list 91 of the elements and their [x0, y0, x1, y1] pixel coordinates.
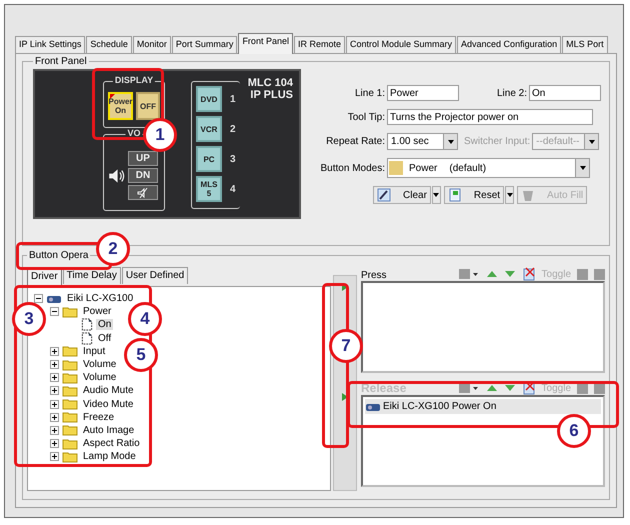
group-label: DISPLAY [112, 75, 156, 85]
delete-icon[interactable] [522, 381, 536, 395]
toolbar-button[interactable]: Reset [444, 186, 504, 204]
tree-item[interactable]: Eiki LC-XG100 [65, 293, 136, 304]
expander-icon[interactable] [50, 307, 59, 316]
input-number: 1 [230, 94, 236, 104]
tooltip-field[interactable]: Turns the Projector power on [387, 109, 593, 125]
field-label: Line 2: [497, 88, 528, 98]
model-name: IP PLUS [250, 89, 293, 101]
tree-item[interactable]: On [96, 319, 114, 330]
field-label: Line 1: [354, 88, 385, 98]
folder-icon [62, 411, 78, 424]
input-button[interactable]: DVD [196, 86, 222, 112]
mute-icon [137, 188, 149, 198]
expander-icon[interactable] [50, 346, 59, 356]
tree-item[interactable]: Audio Mute [81, 385, 136, 396]
panel-button[interactable]: OFF [136, 92, 160, 120]
field-label: Switcher Input: [464, 136, 530, 147]
line2-field[interactable]: On [529, 85, 602, 101]
expander-icon[interactable] [50, 360, 59, 370]
expander-icon[interactable] [50, 452, 59, 462]
repeat-rate-dropdown[interactable]: 1.00 sec [387, 133, 458, 150]
expander-icon[interactable] [50, 386, 59, 396]
tab[interactable]: MLS Port [562, 36, 608, 53]
folder-icon [62, 424, 78, 436]
field-label: Button Modes: [320, 162, 385, 174]
expander-icon[interactable] [50, 400, 59, 409]
dropdown-button[interactable] [432, 186, 441, 204]
tab[interactable]: Port Summary [172, 36, 238, 53]
tree-item[interactable]: Power [81, 306, 114, 318]
tree-item[interactable]: Video Mute [81, 398, 136, 410]
volume-down-button[interactable]: DN [128, 168, 158, 184]
group-title: Front Panel [34, 56, 88, 67]
toggle-label: Toggle [542, 268, 571, 280]
input-number: 2 [230, 124, 236, 134]
tree-item[interactable]: Volume [81, 359, 118, 370]
tree-item[interactable]: Lamp Mode [81, 451, 138, 462]
tree-item[interactable]: Auto Image [81, 424, 136, 436]
tree-item[interactable]: Off [96, 332, 114, 344]
toggle-swatch[interactable] [577, 268, 588, 280]
tree-item[interactable]: Volume [81, 372, 118, 384]
tab[interactable]: IP Link Settings [15, 36, 86, 53]
input-number: 3 [230, 154, 236, 164]
folder-icon [62, 372, 78, 384]
group-title: Button Opera [28, 250, 90, 261]
expander-icon[interactable] [34, 294, 43, 304]
folder-icon [62, 398, 78, 410]
folder-icon [62, 384, 78, 397]
tab[interactable]: Advanced Configuration [457, 36, 562, 53]
toggle-label: Toggle [542, 382, 571, 394]
input-button[interactable]: MLS 5 [196, 176, 222, 202]
tab[interactable]: Monitor [132, 36, 171, 53]
input-button[interactable]: PC [196, 146, 222, 172]
line1-field[interactable]: Power [387, 85, 459, 101]
mute-button[interactable] [128, 185, 158, 200]
field-label: Tool Tip: [346, 112, 385, 122]
input-number: 4 [230, 184, 236, 194]
expander-icon[interactable] [50, 426, 59, 435]
dropdown-button[interactable] [505, 186, 514, 204]
toolbar-button[interactable]: Clear [373, 186, 431, 204]
bucket-icon [521, 188, 536, 202]
folder-icon [62, 358, 78, 371]
button-modes-dropdown[interactable]: Power (default) [387, 158, 590, 178]
tree-item[interactable]: Aspect Ratio [81, 438, 142, 450]
folder-icon [62, 450, 78, 463]
field-label: Repeat Rate: [325, 136, 385, 147]
delete-icon[interactable] [522, 267, 536, 281]
move-down-icon[interactable] [504, 383, 516, 393]
list-title: Press [361, 270, 387, 281]
tree-item[interactable]: Input [81, 346, 108, 357]
toggle-swatch[interactable] [594, 268, 605, 280]
folder-icon [62, 306, 78, 318]
expander-icon[interactable] [50, 373, 59, 382]
tab[interactable]: IR Remote [294, 36, 345, 53]
folder-icon [62, 438, 78, 450]
tab[interactable]: Front Panel [238, 33, 293, 54]
add-arrow-icon[interactable] [341, 392, 349, 402]
expander-icon[interactable] [50, 412, 59, 422]
folder-icon [62, 345, 78, 358]
tab[interactable]: User Defined [122, 267, 188, 284]
model-name: MLC 104 [248, 77, 293, 89]
page-icon [81, 332, 93, 345]
input-button[interactable]: VCR [196, 116, 222, 142]
tab[interactable]: Schedule [86, 36, 132, 53]
document-icon [448, 188, 462, 202]
expander-icon[interactable] [50, 439, 59, 448]
tree-item[interactable]: Freeze [81, 412, 116, 423]
volume-up-button[interactable]: UP [128, 151, 158, 166]
tab[interactable]: Control Module Summary [346, 36, 456, 53]
move-up-icon[interactable] [486, 383, 498, 393]
page-icon [81, 318, 93, 332]
